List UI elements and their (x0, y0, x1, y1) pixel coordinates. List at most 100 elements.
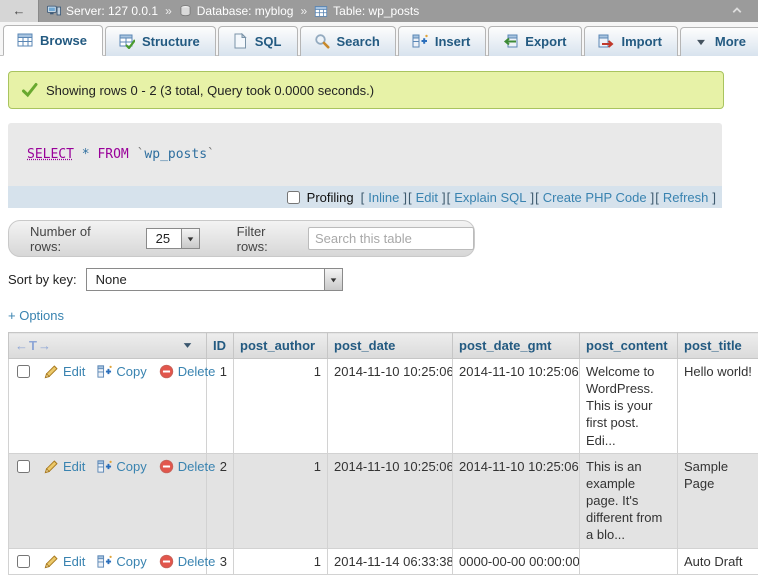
tab-structure[interactable]: Structure (105, 26, 216, 56)
filter-rows-label: Filter rows: (237, 224, 299, 254)
sql-star: * (82, 147, 90, 162)
breadcrumb: Server: 127 0.0.1»Database: myblog»Table… (47, 4, 419, 18)
delete-icon (159, 364, 174, 379)
action-label: Edit (63, 363, 85, 380)
cell-post_date_gmt: 2014-11-10 10:25:06 (453, 453, 580, 548)
bracket: [ (535, 190, 539, 205)
tab-browse[interactable]: Browse (3, 25, 103, 56)
row-edit-link[interactable]: Edit (44, 458, 85, 475)
table-row: EditCopyDelete212014-11-10 10:25:062014-… (9, 453, 758, 548)
profiling-label[interactable]: Profiling (283, 188, 354, 207)
row-delete-link[interactable]: Delete (159, 553, 216, 570)
row-checkbox[interactable] (17, 460, 30, 473)
server-icon (47, 4, 61, 18)
cell-post_date: 2014-11-10 10:25:06 (328, 453, 453, 548)
dropdown-arrow-icon (186, 235, 195, 243)
tab-more[interactable]: More (680, 27, 758, 56)
tab-sql[interactable]: SQL (218, 26, 298, 56)
row-copy-link[interactable]: Copy (97, 458, 146, 475)
action-label: Edit (63, 553, 85, 570)
chevron-up-icon (730, 4, 744, 16)
row-checkbox[interactable] (17, 555, 30, 568)
table-row: EditCopyDelete112014-11-10 10:25:062014-… (9, 359, 758, 454)
column-nav-arrows[interactable]: ←T→ (15, 338, 52, 353)
tab-export[interactable]: Export (488, 26, 582, 56)
sort-triangle-icon[interactable] (181, 340, 194, 351)
tab-import[interactable]: Import (584, 26, 677, 56)
row-checkbox[interactable] (17, 365, 30, 378)
sql-table-name: wp_posts (144, 147, 207, 162)
bracket: ] (712, 190, 716, 205)
sql-keyword-select[interactable]: SELECT (27, 147, 74, 162)
table-row: EditCopyDelete312014-11-14 06:33:380000-… (9, 548, 758, 574)
collapse-panel-button[interactable] (730, 4, 744, 19)
rows-count-select[interactable]: 25 (146, 228, 200, 249)
action-label: Delete (178, 553, 216, 570)
sql-query-box: SELECT * FROM `wp_posts` Profiling [ Inl… (8, 123, 722, 208)
bracket: ] (442, 190, 446, 205)
tab-label: More (715, 34, 746, 49)
row-edit-link[interactable]: Edit (44, 553, 85, 570)
query-link-create-php-code[interactable]: Create PHP Code (543, 190, 647, 205)
browse-table-icon (17, 32, 33, 48)
cell-post_content: This is an example page. It's different … (580, 453, 678, 548)
column-header-post_date_gmt[interactable]: post_date_gmt (453, 333, 580, 359)
query-link-explain-sql[interactable]: Explain SQL (454, 190, 526, 205)
column-header-post_author[interactable]: post_author (234, 333, 328, 359)
status-message: Showing rows 0 - 2 (3 total, Query took … (8, 71, 724, 109)
breadcrumb-item[interactable]: Table: wp_posts (333, 4, 419, 18)
column-header-post_title[interactable]: post_title (678, 333, 758, 359)
tab-label: Import (621, 34, 661, 49)
tab-insert[interactable]: Insert (398, 26, 486, 56)
tab-label: Structure (142, 34, 200, 49)
tab-label: Browse (40, 33, 87, 48)
pencil-icon (44, 459, 59, 474)
profiling-checkbox[interactable] (287, 191, 300, 204)
pencil-icon (44, 554, 59, 569)
cell-post_content: Welcome to WordPress. This is your first… (580, 359, 678, 454)
search-icon (314, 33, 330, 49)
query-link-edit[interactable]: Edit (416, 190, 438, 205)
cell-post_date_gmt: 0000-00-00 00:00:00 (453, 548, 580, 574)
sort-key-select[interactable]: None (86, 268, 343, 291)
cell-post_date: 2014-11-10 10:25:06 (328, 359, 453, 454)
status-message-text: Showing rows 0 - 2 (3 total, Query took … (46, 83, 374, 98)
bracket: [ (655, 190, 659, 205)
tab-label: SQL (255, 34, 282, 49)
tab-label: Export (525, 34, 566, 49)
tab-search[interactable]: Search (300, 26, 396, 56)
cell-post_author: 1 (234, 453, 328, 548)
column-header-post_content[interactable]: post_content (580, 333, 678, 359)
cell-post_date_gmt: 2014-11-10 10:25:06 (453, 359, 580, 454)
options-toggle-link[interactable]: + Options (8, 308, 64, 323)
row-copy-link[interactable]: Copy (97, 553, 146, 570)
query-link-inline[interactable]: Inline (368, 190, 399, 205)
sql-query-text: SELECT * FROM `wp_posts` (8, 123, 722, 186)
column-header-id[interactable]: ID (207, 333, 234, 359)
breadcrumb-item[interactable]: Server: 127 0.0.1 (66, 4, 158, 18)
action-label: Delete (178, 458, 216, 475)
column-header-post_date[interactable]: post_date (328, 333, 453, 359)
row-copy-link[interactable]: Copy (97, 363, 146, 380)
bracket: ] (531, 190, 535, 205)
query-link-refresh[interactable]: Refresh (663, 190, 709, 205)
filter-rows-input[interactable] (308, 227, 474, 250)
import-icon (598, 33, 614, 49)
cell-post_date: 2014-11-14 06:33:38 (328, 548, 453, 574)
cell-post_author: 1 (234, 548, 328, 574)
back-button[interactable]: ← (0, 0, 39, 22)
row-controls-bar: Number of rows: 25 Filter rows: (8, 220, 475, 257)
breadcrumb-item[interactable]: Database: myblog (197, 4, 294, 18)
delete-icon (159, 554, 174, 569)
sql-keyword-from: FROM (97, 147, 128, 162)
insert-icon (412, 33, 428, 49)
tab-label: Search (337, 34, 380, 49)
structure-icon (119, 33, 135, 49)
action-label: Copy (116, 553, 146, 570)
tab-label: Insert (435, 34, 470, 49)
row-delete-link[interactable]: Delete (159, 363, 216, 380)
breadcrumb-separator: » (300, 4, 307, 18)
row-delete-link[interactable]: Delete (159, 458, 216, 475)
row-edit-link[interactable]: Edit (44, 363, 85, 380)
table-icon (314, 5, 328, 18)
